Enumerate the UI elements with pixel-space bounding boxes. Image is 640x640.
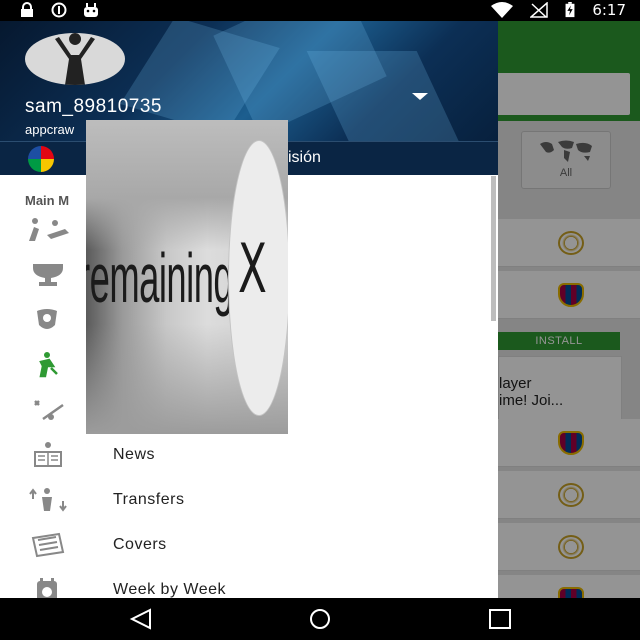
avatar[interactable] bbox=[25, 33, 125, 85]
menu-label: Transfers bbox=[113, 491, 185, 508]
menu-label: Covers bbox=[113, 536, 167, 553]
menu-item-covers[interactable]: Covers bbox=[0, 524, 498, 569]
trophy-icon bbox=[33, 264, 63, 286]
home-icon[interactable] bbox=[305, 608, 335, 630]
status-time: 6:17 bbox=[592, 1, 626, 19]
android-icon bbox=[84, 3, 98, 17]
status-right: 6:17 bbox=[490, 1, 626, 19]
menu-label: News bbox=[113, 446, 156, 463]
no-signal-icon bbox=[530, 2, 549, 18]
back-icon[interactable] bbox=[126, 608, 156, 630]
account-dropdown-icon[interactable] bbox=[412, 93, 428, 100]
player-kick-icon bbox=[39, 352, 58, 378]
league-name: isión bbox=[288, 149, 321, 166]
battery-charging-icon bbox=[565, 2, 575, 18]
status-bar: 6:17 bbox=[0, 0, 640, 21]
username: sam_89810735 bbox=[25, 96, 162, 117]
user-silhouette-icon bbox=[55, 33, 95, 85]
menu-label: Week by Week bbox=[113, 581, 227, 598]
players-icon bbox=[29, 218, 69, 241]
league-logo-icon bbox=[28, 146, 54, 172]
recents-icon[interactable] bbox=[485, 608, 515, 630]
section-title: Main M bbox=[25, 193, 70, 208]
overlay-remaining-text: remaining bbox=[86, 239, 234, 317]
menu-item-transfers[interactable]: Transfers bbox=[0, 479, 498, 524]
lock-icon bbox=[21, 2, 33, 17]
drawer-scrollbar[interactable] bbox=[491, 176, 496, 321]
menu-item-week-by-week[interactable]: Week by Week bbox=[0, 569, 498, 598]
close-icon: X bbox=[238, 230, 267, 309]
transfers-icon bbox=[29, 488, 67, 512]
circle-icon bbox=[51, 2, 67, 18]
covers-icon bbox=[31, 532, 65, 558]
menu-item-news[interactable]: News bbox=[0, 434, 498, 479]
account-email: appcraw bbox=[25, 122, 75, 137]
wifi-icon bbox=[491, 2, 514, 18]
calendar-icon bbox=[37, 578, 57, 598]
overlay-ad-image[interactable]: remaining X bbox=[86, 120, 288, 434]
news-icon bbox=[34, 442, 62, 467]
system-nav-bar bbox=[0, 598, 640, 640]
shield-icon bbox=[37, 309, 57, 329]
stats-icon bbox=[34, 400, 64, 421]
status-left bbox=[18, 2, 100, 18]
